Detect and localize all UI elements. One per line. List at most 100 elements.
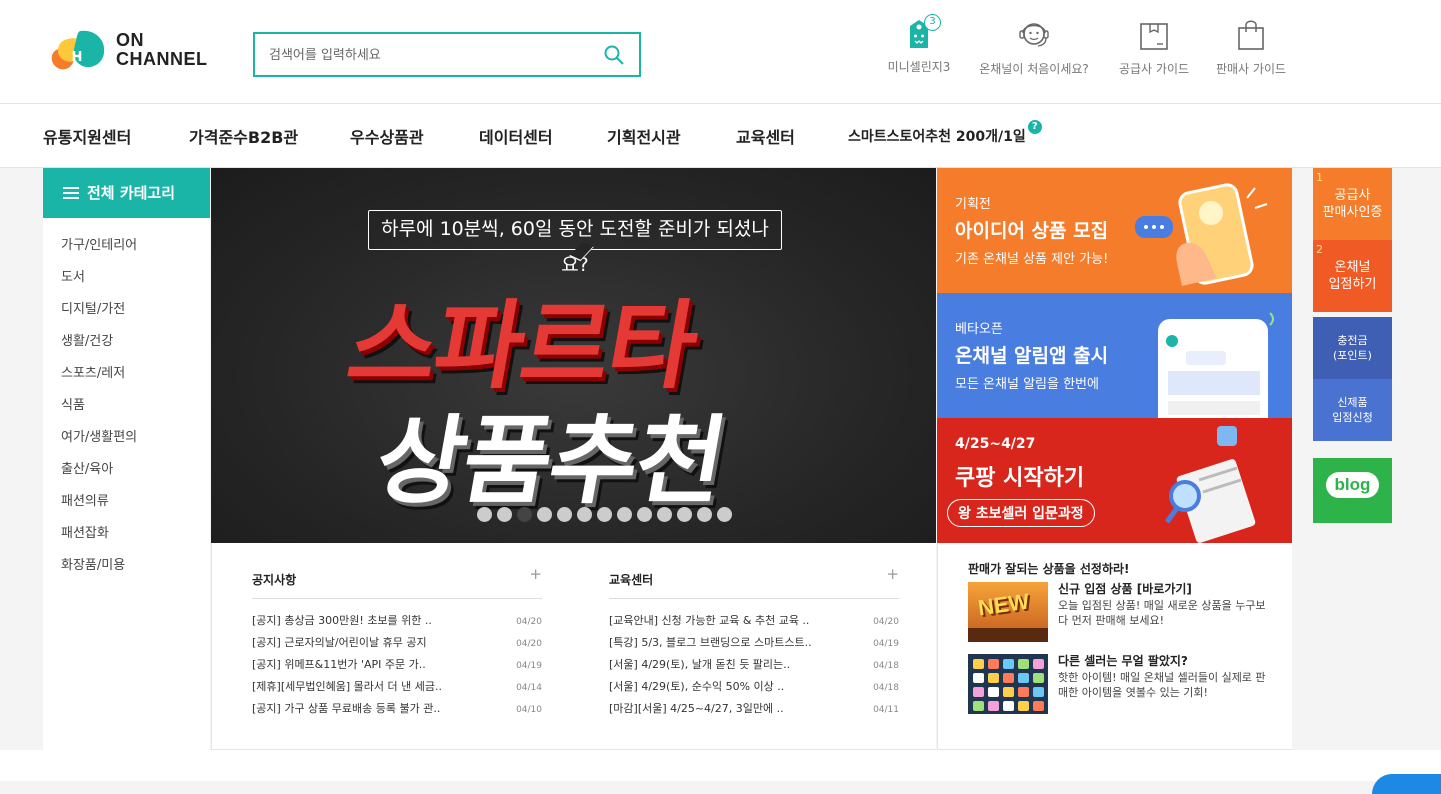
blog-button[interactable]: blog: [1313, 458, 1392, 523]
onchannel-join-button[interactable]: 2 온채널 입점하기: [1313, 240, 1392, 312]
education-more-button[interactable]: +: [886, 565, 899, 583]
shopping-bag-icon: [1238, 20, 1264, 50]
carousel-dot[interactable]: [637, 507, 652, 522]
side-banner-idea[interactable]: 기획전 아이디어 상품 모집 기존 온채널 상품 제안 가능!: [937, 168, 1292, 293]
app-tile-icon: [973, 659, 984, 669]
board-item-date: 04/20: [873, 617, 899, 627]
side-banner-sub: 기존 온채널 상품 제안 가능!: [955, 252, 1109, 267]
board-item-title: [서울] 4/29(토), 날개 돋친 듯 팔리는..: [609, 658, 791, 671]
mini-challenge-link[interactable]: 3 미니셀린지3: [880, 14, 958, 80]
board-item-title: [제휴][세무법인혜움] 몰라서 더 낸 세금..: [252, 680, 442, 693]
rail-label: 충전금: [1337, 334, 1368, 347]
supplier-guide-link[interactable]: 공급사 가이드: [1110, 18, 1198, 80]
side-banner-tag: 기획전: [955, 197, 991, 212]
category-item[interactable]: 식품: [61, 394, 210, 426]
app-tile-icon: [1018, 701, 1029, 711]
nav-data-center[interactable]: 데이터센터: [479, 124, 553, 148]
all-categories-button[interactable]: 전체 카테고리: [43, 168, 210, 218]
board-list-item[interactable]: [마감][서울] 4/25~4/27, 3일만에 .. 04/11: [609, 702, 899, 724]
carousel-dot[interactable]: [617, 507, 632, 522]
board-list-item[interactable]: [공지] 가구 상품 무료배송 등록 불가 관.. 04/10: [252, 702, 542, 724]
board-list-item[interactable]: [특강] 5/3, 블로그 브랜딩으로 스마트스트.. 04/19: [609, 636, 899, 658]
board-list-item[interactable]: [공지] 근로자의날/어린이날 휴무 공지 04/20: [252, 636, 542, 658]
help-icon[interactable]: ?: [1027, 120, 1042, 134]
carousel-dot[interactable]: [577, 507, 592, 522]
category-item[interactable]: 가구/인테리어: [61, 234, 210, 266]
category-item[interactable]: 스포츠/레저: [61, 362, 210, 394]
carousel-dot[interactable]: [477, 507, 492, 522]
board-list-item[interactable]: [공지] 위메프&11번가 'API 주문 가.. 04/19: [252, 658, 542, 680]
board-list-item[interactable]: [서울] 4/29(토), 날개 돋친 듯 팔리는.. 04/18: [609, 658, 899, 680]
app-tile-icon: [1003, 687, 1014, 697]
app-tile-icon: [1033, 673, 1044, 683]
nav-distribution-center[interactable]: 유통지원센터: [43, 124, 131, 148]
carousel-dots: [477, 507, 737, 523]
board-item-date: 04/20: [516, 617, 542, 627]
board-item-title: [공지] 위메프&11번가 'API 주문 가..: [252, 658, 426, 671]
carousel-dot[interactable]: [497, 507, 512, 522]
app-tile-icon: [988, 701, 999, 711]
category-item[interactable]: 패션의류: [61, 490, 210, 522]
nav-best-products[interactable]: 우수상품관: [350, 124, 424, 148]
board-item-title: [서울] 4/29(토), 순수익 50% 이상 ..: [609, 680, 785, 693]
board-item-title: [마감][서울] 4/25~4/27, 3일만에 ..: [609, 702, 784, 715]
thumbnail-ground: [968, 628, 1048, 642]
other-sellers-item[interactable]: 다른 셀러는 무얼 팔았지? 핫한 아이템! 매일 온채널 셀러들이 실제로 판…: [968, 654, 1278, 716]
side-banner-title: 온채널 알림앱 출시: [955, 345, 1109, 367]
main-banner[interactable]: 하루에 10분씩, 60일 동안 도전할 준비가 되셨나요? 스파르타 상품추천: [211, 168, 936, 543]
carousel-dot[interactable]: [717, 507, 732, 522]
category-item[interactable]: 출산/육아: [61, 458, 210, 490]
header: ON CHANNEL 3 미니셀린지3 온채널이 처음이세요: [0, 0, 1441, 104]
category-item[interactable]: 디지털/가전: [61, 298, 210, 330]
category-item[interactable]: 여가/생활편의: [61, 426, 210, 458]
floating-chat-button[interactable]: [1372, 774, 1441, 794]
nav-education[interactable]: 교육센터: [736, 124, 795, 148]
supplier-seller-cert-button[interactable]: 1 공급사 판매사인증: [1313, 168, 1392, 240]
app-tile-icon: [973, 673, 984, 683]
nav-smartstore-recommend[interactable]: 스마트스토어추천 200개/1일?: [848, 120, 1042, 146]
notice-more-button[interactable]: +: [529, 565, 542, 583]
rail-label: 입점신청: [1332, 411, 1373, 424]
onchannel-logo[interactable]: ON CHANNEL: [46, 27, 216, 75]
search-input[interactable]: [269, 44, 589, 66]
carousel-dot[interactable]: [597, 507, 612, 522]
carousel-dot[interactable]: [697, 507, 712, 522]
search-icon[interactable]: [603, 44, 625, 66]
category-item[interactable]: 생활/건강: [61, 330, 210, 362]
board-item-date: 04/11: [873, 705, 899, 715]
side-banner-app[interactable]: 베타오픈 온채널 알림앱 출시 모든 온채널 알림을 한번에: [937, 293, 1292, 418]
box-icon: [1140, 23, 1168, 50]
board-list-item[interactable]: [제휴][세무법인혜움] 몰라서 더 낸 세금.. 04/14: [252, 680, 542, 702]
rail-label: 신제품: [1337, 396, 1368, 409]
new-product-apply-button[interactable]: 신제품 입점신청: [1313, 379, 1392, 441]
carousel-dot[interactable]: [677, 507, 692, 522]
category-item[interactable]: 패션잡화: [61, 522, 210, 554]
first-time-link[interactable]: 온채널이 처음이세요?: [968, 18, 1100, 80]
new-products-item[interactable]: NEW 신규 입점 상품 [바로가기] 오늘 입점된 상품! 매일 새로운 상품…: [968, 582, 1278, 644]
hot-products-panel: 판매가 잘되는 상품을 선정하라! NEW 신규 입점 상품 [바로가기] 오늘…: [937, 543, 1292, 750]
category-item[interactable]: 도서: [61, 266, 210, 298]
right-quick-menu: 1 공급사 판매사인증 2 온채널 입점하기 충전금 (포인트) 신제품 입점신…: [1313, 168, 1392, 523]
nav-price-b2b[interactable]: 가격준수B2B관: [189, 124, 298, 148]
app-tile-icon: [1018, 659, 1029, 669]
nav-smartstore-label: 스마트스토어추천 200개/1일: [848, 129, 1026, 145]
rail-number: 2: [1316, 243, 1323, 256]
carousel-dot[interactable]: [537, 507, 552, 522]
carousel-dot[interactable]: [557, 507, 572, 522]
category-item[interactable]: 화장품/미용: [61, 554, 210, 586]
board-list-item[interactable]: [교육안내] 신청 가능한 교육 & 추천 교육 .. 04/20: [609, 614, 899, 636]
carousel-dot[interactable]: [517, 507, 532, 522]
rail-label: 공급사: [1334, 188, 1371, 203]
education-list: [교육안내] 신청 가능한 교육 & 추천 교육 .. 04/20 [특강] 5/3…: [609, 614, 899, 724]
points-charge-button[interactable]: 충전금 (포인트): [1313, 317, 1392, 379]
board-item-title: [공지] 근로자의날/어린이날 휴무 공지: [252, 636, 427, 649]
side-banner-title: 아이디어 상품 모집: [955, 220, 1109, 242]
board-list-item[interactable]: [서울] 4/29(토), 순수익 50% 이상 .. 04/18: [609, 680, 899, 702]
seller-guide-link[interactable]: 판매사 가이드: [1206, 18, 1296, 80]
board-item-title: [교육안내] 신청 가능한 교육 & 추천 교육 ..: [609, 614, 810, 627]
app-tile-icon: [1018, 687, 1029, 697]
carousel-dot[interactable]: [657, 507, 672, 522]
board-list-item[interactable]: [공지] 총상금 300만원! 초보를 위한 .. 04/20: [252, 614, 542, 636]
side-banner-coupang[interactable]: 4/25~4/27 쿠팡 시작하기 왕 초보셀러 입문과정: [937, 418, 1292, 543]
nav-exhibition[interactable]: 기획전시관: [607, 124, 681, 148]
